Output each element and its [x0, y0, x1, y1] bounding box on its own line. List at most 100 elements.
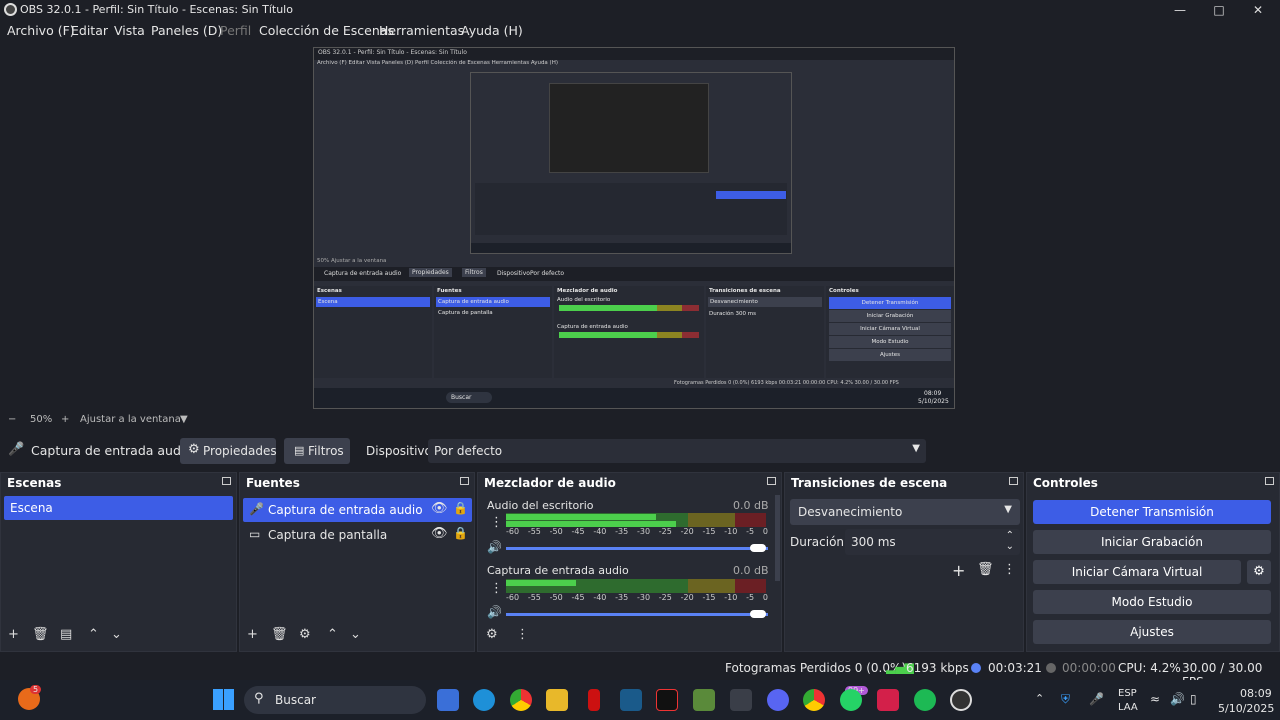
- properties-button[interactable]: ⚙ Propiedades: [180, 438, 277, 464]
- obs-icon[interactable]: [950, 689, 972, 711]
- folder-icon[interactable]: [546, 689, 568, 711]
- nested-c5: Ajustes: [829, 349, 951, 361]
- minimize-icon[interactable]: —: [1160, 0, 1200, 20]
- chevron-up-icon[interactable]: ⌃: [1035, 692, 1044, 705]
- device-select[interactable]: Por defecto ▼: [428, 439, 926, 463]
- volume-icon[interactable]: 🔊: [1170, 692, 1185, 706]
- undock-icon[interactable]: [1009, 477, 1018, 485]
- studio-mode-button[interactable]: Modo Estudio: [1033, 590, 1271, 614]
- zoom-out-button[interactable]: −: [8, 414, 16, 425]
- volume-slider-handle[interactable]: [750, 544, 766, 552]
- trash-icon[interactable]: 🗑: [32, 627, 49, 642]
- disney-icon[interactable]: [620, 689, 642, 711]
- undock-icon[interactable]: [460, 477, 469, 485]
- shield-icon[interactable]: ⛨: [1061, 692, 1070, 707]
- transition-select[interactable]: Desvanecimiento ▼: [790, 499, 1020, 525]
- source-item-audio[interactable]: 🎤 Captura de entrada audio 👁 🔒: [243, 498, 472, 522]
- clock-date[interactable]: 5/10/2025: [1218, 702, 1274, 715]
- microphone-icon: 🎤: [249, 502, 264, 516]
- speaker-icon[interactable]: 🔊: [487, 540, 502, 554]
- edge-icon[interactable]: [473, 689, 495, 711]
- tick: -60: [506, 593, 520, 602]
- chevron-down-icon[interactable]: ⌄: [1006, 541, 1014, 552]
- windows-start-icon[interactable]: [213, 689, 234, 710]
- tiktok-icon[interactable]: [656, 689, 678, 711]
- menu-coleccion-escenas[interactable]: Colección de Escenas: [259, 23, 394, 38]
- source-label: Captura de entrada audio: [268, 503, 423, 517]
- terminal-icon[interactable]: [730, 689, 752, 711]
- eye-icon[interactable]: 👁: [431, 526, 448, 541]
- undock-icon[interactable]: [1265, 477, 1274, 485]
- gear-icon[interactable]: ⚙: [299, 627, 311, 642]
- eye-icon[interactable]: 👁: [431, 501, 448, 516]
- menu-perfil[interactable]: Perfil: [220, 23, 251, 38]
- volume-slider[interactable]: [506, 613, 768, 616]
- menu-editar[interactable]: Editar: [71, 23, 108, 38]
- record-status-icon: [1046, 663, 1056, 673]
- gear-icon[interactable]: ⚙: [486, 627, 498, 642]
- chrome-icon[interactable]: [803, 689, 825, 711]
- minecraft-icon[interactable]: [693, 689, 715, 711]
- zoom-dropdown-icon[interactable]: ▼: [180, 414, 188, 425]
- menu-archivo[interactable]: Archivo (F): [7, 23, 75, 38]
- volume-slider-handle[interactable]: [750, 610, 766, 618]
- add-icon[interactable]: +: [952, 561, 965, 580]
- speaker-icon[interactable]: 🔊: [487, 605, 502, 619]
- filter-icon: ▤: [294, 444, 305, 457]
- chevron-up-icon[interactable]: ⌃: [88, 627, 99, 642]
- whatsapp-icon[interactable]: [840, 689, 862, 711]
- lock-icon[interactable]: 🔒: [453, 526, 468, 540]
- discord-icon[interactable]: [767, 689, 789, 711]
- tick: -15: [702, 593, 716, 602]
- tick: -50: [549, 527, 563, 536]
- gear-icon[interactable]: ⚙: [1247, 560, 1271, 584]
- zoom-in-button[interactable]: +: [61, 414, 69, 425]
- menu-herramientas[interactable]: Herramientas: [379, 23, 464, 38]
- pocket-icon[interactable]: [877, 689, 899, 711]
- fit-window-option[interactable]: Ajustar a la ventana: [80, 414, 181, 425]
- scene-item[interactable]: Escena: [4, 496, 233, 520]
- volume-slider[interactable]: [506, 547, 768, 550]
- trash-icon[interactable]: 🗑: [271, 627, 288, 642]
- stop-streaming-button[interactable]: Detener Transmisión: [1033, 500, 1271, 524]
- undock-icon[interactable]: [767, 477, 776, 485]
- scrollbar[interactable]: [775, 495, 780, 581]
- more-vertical-icon[interactable]: ⋮: [1003, 562, 1016, 577]
- netflix-icon[interactable]: [588, 689, 600, 711]
- chrome-icon[interactable]: [510, 689, 532, 711]
- clock-time[interactable]: 08:09: [1240, 687, 1272, 700]
- filters-button[interactable]: ▤ Filtros: [284, 438, 350, 464]
- menu-paneles[interactable]: Paneles (D): [151, 23, 222, 38]
- language-primary[interactable]: ESP: [1118, 688, 1137, 699]
- duration-spinbox[interactable]: 300 ms ⌃ ⌄: [845, 529, 1020, 555]
- menu-ayuda[interactable]: Ayuda (H): [461, 23, 523, 38]
- filter-icon[interactable]: ▤: [60, 627, 72, 642]
- settings-button[interactable]: Ajustes: [1033, 620, 1271, 644]
- start-virtual-camera-button[interactable]: Iniciar Cámara Virtual: [1033, 560, 1241, 584]
- more-vertical-icon[interactable]: ⋮: [490, 515, 503, 530]
- trash-icon[interactable]: 🗑: [977, 562, 994, 577]
- battery-icon[interactable]: ▯: [1190, 692, 1197, 706]
- source-label: Captura de pantalla: [268, 528, 388, 542]
- language-secondary[interactable]: LAA: [1118, 702, 1138, 713]
- add-icon[interactable]: +: [247, 627, 258, 642]
- lock-icon[interactable]: 🔒: [453, 501, 468, 515]
- source-item-screen[interactable]: ▭ Captura de pantalla 👁 🔒: [243, 523, 472, 547]
- taskbar-search[interactable]: ⚲ Buscar: [244, 686, 426, 714]
- wifi-icon[interactable]: ≈: [1150, 692, 1160, 706]
- chevron-up-icon[interactable]: ⌃: [1006, 530, 1014, 541]
- menu-vista[interactable]: Vista: [114, 23, 145, 38]
- start-recording-button[interactable]: Iniciar Grabación: [1033, 530, 1271, 554]
- close-icon[interactable]: ✕: [1238, 0, 1278, 20]
- add-icon[interactable]: +: [8, 627, 19, 642]
- microphone-icon[interactable]: 🎤: [1089, 692, 1104, 706]
- file-manager-icon[interactable]: [437, 689, 459, 711]
- chevron-down-icon[interactable]: ⌄: [111, 627, 122, 642]
- chevron-down-icon[interactable]: ⌄: [350, 627, 361, 642]
- undock-icon[interactable]: [222, 477, 231, 485]
- chevron-up-icon[interactable]: ⌃: [327, 627, 338, 642]
- more-vertical-icon[interactable]: ⋮: [490, 581, 503, 596]
- more-vertical-icon[interactable]: ⋮: [516, 627, 529, 642]
- spotify-icon[interactable]: [914, 689, 936, 711]
- maximize-icon[interactable]: □: [1199, 0, 1239, 20]
